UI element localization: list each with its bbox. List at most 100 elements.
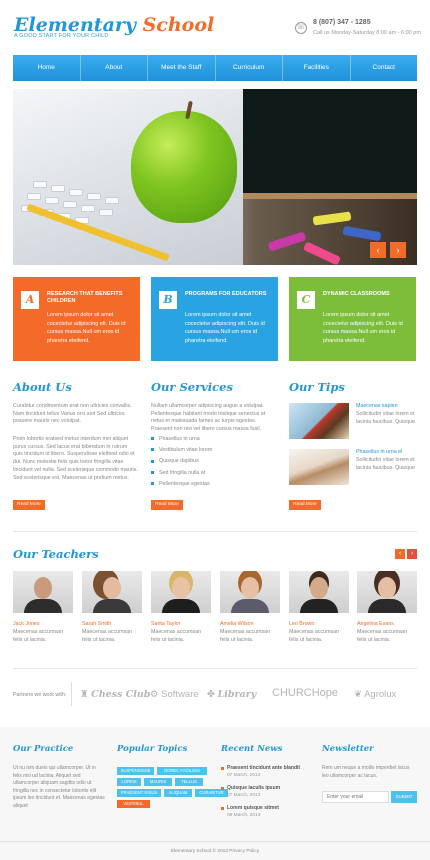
feature-box-classrooms[interactable]: C DYNAMIC CLASSROOMS Lorem ipsum dolor s… xyxy=(289,277,416,361)
feature-box-programs[interactable]: B PROGRAMS FOR EDUCATORS Lorem ipsum dol… xyxy=(151,277,278,361)
tip-title[interactable]: Maecenas sapien xyxy=(356,403,398,409)
tip-title[interactable]: Phasellus in urna el xyxy=(356,449,402,455)
phone-number: 8 (807) 347 - 1285 xyxy=(313,19,371,26)
about-read-more-button[interactable]: Read More xyxy=(13,500,45,510)
list-item[interactable]: Vestibulum vitae lorem xyxy=(151,445,271,456)
teacher-head xyxy=(172,577,190,599)
teacher-head xyxy=(241,577,259,599)
logo-text-part2: School xyxy=(142,14,215,36)
news-item-title[interactable]: Lorem quisque sitmet xyxy=(227,805,279,811)
list-item[interactable]: Sed fringilla nulla at xyxy=(151,468,271,479)
teacher-photo[interactable] xyxy=(151,571,211,613)
green-apple-image xyxy=(131,111,237,223)
news-item-date: 07 March, 2013 xyxy=(227,773,261,778)
marker-magenta xyxy=(302,241,342,265)
news-item-date: 09 March, 2013 xyxy=(227,813,261,818)
list-item[interactable]: Pellentesque egestas xyxy=(151,479,271,490)
nav-contact[interactable]: Contact xyxy=(349,55,418,81)
tip-image-writing[interactable] xyxy=(289,449,349,485)
teacher-body xyxy=(231,599,269,613)
partner-logo-software[interactable]: ⚙ Software xyxy=(150,689,199,700)
bullet-icon xyxy=(151,470,154,474)
teacher-name[interactable]: Leo Brown xyxy=(289,621,314,627)
footer-practice-text: Ut nu ism dueis qui ullamcorper. Ut in f… xyxy=(13,765,105,809)
feature-text: Lorem ipsum dolor sit amet cocectetur ad… xyxy=(323,312,403,344)
news-item-title[interactable]: Quisque iaculis ipsum xyxy=(227,785,280,791)
teacher-photo[interactable] xyxy=(357,571,417,613)
tag-vestibul[interactable]: VESTIBUL xyxy=(117,800,150,808)
teacher-head xyxy=(103,577,121,599)
list-item[interactable]: Phasellus in urna xyxy=(151,434,271,445)
partner-logo-library[interactable]: ✤ Library xyxy=(207,689,256,700)
feature-title: PROGRAMS FOR EDUCATORS xyxy=(185,291,267,297)
nav-home[interactable]: Home xyxy=(13,55,80,81)
teachers-title: Our Teachers xyxy=(13,547,99,561)
services-list: Phasellus in urna Vestibulum vitae lorem… xyxy=(151,434,271,490)
tips-title: Our Tips xyxy=(289,380,345,394)
services-title: Our Services xyxy=(151,380,233,394)
bullet-icon xyxy=(221,767,224,770)
partner-logo-chess-club[interactable]: ♜ Chess Club xyxy=(80,689,150,700)
partners-divider xyxy=(71,682,72,706)
nav-meet-the-staff[interactable]: Meet the Staff xyxy=(147,55,215,81)
teacher-name[interactable]: Sarita Taylor xyxy=(151,621,180,627)
tag-curabitur[interactable]: CURABITUR xyxy=(195,789,228,797)
footer-divider xyxy=(0,841,430,842)
tag-praesent-nisus[interactable]: PRAESENT NISUS xyxy=(117,789,161,797)
phone-icon: ☏ xyxy=(295,22,307,34)
teacher-body xyxy=(368,599,406,613)
services-paragraph: Nullam ullamcorper adipiscing augue a vo… xyxy=(151,403,266,433)
feature-letter-a: A xyxy=(21,291,39,309)
nav-about[interactable]: About xyxy=(79,55,148,81)
tag-mauris[interactable]: MAURIS xyxy=(144,778,172,786)
teacher-photo[interactable] xyxy=(13,571,73,613)
bullet-icon xyxy=(151,481,154,485)
slider-prev-button[interactable]: ‹ xyxy=(370,242,386,258)
teacher-head xyxy=(34,577,52,599)
teachers-prev-button[interactable]: ‹ xyxy=(395,549,405,559)
nav-curriculum[interactable]: Curriculum xyxy=(214,55,283,81)
tip-image-books[interactable] xyxy=(289,403,349,439)
teacher-photo[interactable] xyxy=(289,571,349,613)
partner-logo-churchope[interactable]: CHURCHope xyxy=(272,687,338,699)
bullet-icon xyxy=(151,448,154,452)
teacher-name[interactable]: Jack Jones xyxy=(13,621,40,627)
feature-letter-c: C xyxy=(297,291,315,309)
newsletter-text: Rem um neque a mollis imperdiet lacus le… xyxy=(322,765,410,779)
teacher-name[interactable]: Angelina Evans xyxy=(357,621,394,627)
slider-next-button[interactable]: › xyxy=(390,242,406,258)
news-item-date: 07 March, 2013 xyxy=(227,793,261,798)
tag-tellus[interactable]: TELLUS xyxy=(175,778,203,786)
teachers-next-button[interactable]: › xyxy=(407,549,417,559)
tips-read-more-button[interactable]: Read More xyxy=(289,500,321,510)
tag-lorem[interactable]: LOREM xyxy=(117,778,141,786)
teacher-body xyxy=(300,599,338,613)
newsletter-submit-button[interactable]: SUBMIT xyxy=(391,791,417,803)
hero-slider: ‹ › xyxy=(13,89,417,265)
partner-logo-agrolux[interactable]: ❦ Agrolux xyxy=(354,689,396,700)
bullet-icon xyxy=(221,807,224,810)
teacher-photo[interactable] xyxy=(82,571,142,613)
feature-title: RESEARCH THAT BENEFITS CHILDREN xyxy=(47,291,123,304)
teacher-photo[interactable] xyxy=(220,571,280,613)
newsletter-email-input[interactable] xyxy=(322,791,389,803)
about-title: About Us xyxy=(13,380,72,394)
tag-donec-facilisis[interactable]: DONEC FACILISIS xyxy=(157,767,207,775)
tag-aliquam[interactable]: ALIQUAM xyxy=(164,789,192,797)
teacher-head xyxy=(378,577,396,599)
news-item-title[interactable]: Praesent tincidunt ante blandit xyxy=(227,765,300,771)
feature-box-research[interactable]: A RESEARCH THAT BENEFITS CHILDREN Lorem … xyxy=(13,277,140,361)
footer-practice-title: Our Practice xyxy=(13,744,74,754)
marker-pink xyxy=(267,231,307,252)
services-read-more-button[interactable]: Read More xyxy=(151,500,183,510)
teacher-name[interactable]: Amelia Wilson xyxy=(220,621,254,627)
nav-facilities[interactable]: Facilities xyxy=(282,55,350,81)
teacher-name[interactable]: Sarah Smith xyxy=(82,621,111,627)
list-item[interactable]: Quisque dapibus xyxy=(151,456,271,467)
tip-text: Sollicitudin vitae lorem et lacinia fauc… xyxy=(356,411,415,425)
feature-title: DYNAMIC CLASSROOMS xyxy=(323,291,390,297)
about-paragraph-1: Curabitur condimentum erat non ultricies… xyxy=(13,403,132,425)
tag-suspendisse[interactable]: SUSPENDISSE xyxy=(117,767,154,775)
leaf-icon: ❦ xyxy=(354,689,362,700)
teacher-description: Maecenas accumsan felis ut lacinia. xyxy=(220,629,271,643)
